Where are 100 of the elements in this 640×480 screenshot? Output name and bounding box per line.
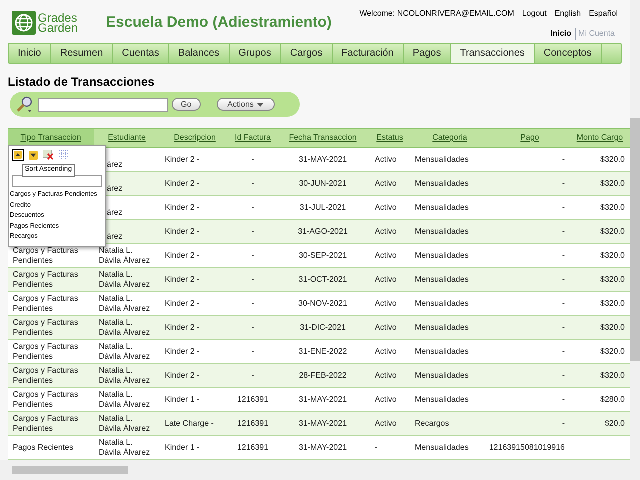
table-cell: Activo — [375, 394, 397, 404]
table-cell: Kinder 2 - — [165, 154, 200, 164]
table-cell: - — [252, 346, 254, 356]
table-cell: $320.0 — [600, 154, 625, 164]
table-cell-text: Natalia L. Dávila Álvarez — [99, 270, 152, 290]
account-link[interactable]: Inicio — [548, 28, 575, 40]
table-cell-text: Natalia L. Dávila Álvarez — [99, 390, 152, 410]
table-cell: Pagos Recientes — [13, 442, 74, 452]
sort-ascending-button[interactable] — [12, 149, 24, 161]
table-cell: - — [562, 250, 565, 260]
table-cell-text: Cargos y Facturas Pendientes — [13, 270, 80, 290]
table-cell: 30-SEP-2021 — [298, 250, 348, 260]
search-icon[interactable] — [16, 96, 34, 114]
table-cell: Activo — [375, 298, 397, 308]
column-header[interactable]: Pago — [490, 129, 570, 147]
table-cell-text: Cargos y Facturas Pendientes — [13, 390, 80, 410]
nav-tab[interactable]: Transacciones — [451, 44, 535, 63]
table-cell: $20.0 — [604, 418, 625, 428]
column-header[interactable]: Descripcion — [160, 129, 230, 147]
column-header[interactable]: Fecha Transaccion — [276, 129, 370, 147]
column-header[interactable]: Id Factura — [230, 129, 276, 147]
table-cell: - — [252, 154, 254, 164]
table-cell: Mensualidades — [415, 394, 469, 404]
table-cell: Mensualidades — [415, 322, 469, 332]
table-cell-text: Natalia L. Dávila Álvarez — [99, 342, 152, 362]
table-cell: Kinder 2 - — [165, 346, 200, 356]
nav-tab[interactable]: Cuentas — [113, 44, 170, 63]
globe-icon — [12, 11, 36, 35]
nav-tab[interactable]: Inicio — [9, 44, 52, 63]
table-cell: Mensualidades — [415, 370, 469, 380]
table-cell: - — [562, 154, 565, 164]
table-cell: Mensualidades — [415, 178, 469, 188]
search-field[interactable] — [38, 98, 168, 112]
table-cell: 31-JUL-2021 — [300, 202, 346, 212]
logo-text: Grades — [38, 13, 78, 23]
table-cell: árez — [107, 232, 123, 242]
table-cell: Mensualidades — [415, 442, 469, 452]
table-cell: - — [562, 178, 565, 188]
table-cell: - — [562, 274, 565, 284]
table-cell: Kinder 2 - — [165, 178, 200, 188]
column-header[interactable]: Estatus — [370, 129, 410, 147]
table-cell: Kinder 1 - — [165, 394, 200, 404]
table-cell-text: Natalia L. Dávila Álvarez — [99, 246, 152, 266]
table-cell: $320.0 — [600, 346, 625, 356]
table-cell: Activo — [375, 274, 397, 284]
nav-tab[interactable]: Conceptos — [534, 44, 602, 63]
table-cell: Kinder 2 - — [165, 250, 200, 260]
table-cell: 31-ENE-2022 — [298, 346, 348, 356]
table-cell-text: Natalia L. Dávila Álvarez — [99, 318, 152, 338]
table-cell: Kinder 2 - — [165, 322, 200, 332]
header-link[interactable]: Logout — [522, 8, 547, 20]
clear-filter-icon[interactable] — [43, 150, 54, 160]
column-header[interactable]: Estudiante — [94, 129, 160, 147]
table-cell: 1216391 — [237, 442, 269, 452]
table-cell: 1216391 — [237, 418, 269, 428]
table-cell: 31-MAY-2021 — [298, 442, 348, 452]
nav-tab[interactable]: Balances — [169, 44, 230, 63]
table-cell: $320.0 — [600, 178, 625, 188]
table-cell: $320.0 — [600, 298, 625, 308]
sort-descending-icon[interactable] — [29, 150, 38, 160]
table-cell-text: Cargos y Facturas Pendientes — [13, 414, 80, 434]
table-cell: $320.0 — [600, 274, 625, 284]
table-cell-text: Cargos y Facturas Pendientes — [13, 342, 80, 362]
table-cell: árez — [107, 184, 123, 194]
table-cell: 1216391 — [237, 394, 269, 404]
table-cell: 30-JUN-2021 — [299, 178, 347, 188]
table-cell: 31-OCT-2021 — [298, 274, 348, 284]
column-header[interactable]: Monto Cargo — [570, 129, 630, 147]
table-cell: - — [252, 202, 254, 212]
actions-button[interactable]: Actions — [216, 98, 275, 111]
nav-tab[interactable]: Cargos — [281, 44, 333, 63]
welcome-text: Welcome: NCOLONRIVERA@EMAIL.COM — [360, 8, 514, 20]
table-cell: Mensualidades — [415, 202, 469, 212]
table-cell-text: Natalia L. Dávila Álvarez — [99, 294, 152, 314]
columns-icon[interactable] — [59, 150, 69, 160]
column-header[interactable]: Categoria — [410, 129, 490, 147]
nav-tab[interactable]: Resumen — [51, 44, 114, 63]
table-cell: 31-MAY-2021 — [298, 418, 348, 428]
table-cell: Kinder 2 - — [165, 274, 200, 284]
filter-field[interactable] — [12, 175, 102, 187]
table-cell: - — [562, 322, 565, 332]
table-cell: Mensualidades — [415, 154, 469, 164]
header-link[interactable]: English — [554, 8, 582, 20]
table-cell: - — [252, 226, 254, 236]
nav-tab[interactable]: Grupos — [230, 44, 282, 63]
table-cell: 31-MAY-2021 — [298, 394, 348, 404]
table-cell: Activo — [375, 346, 397, 356]
table-cell: árez — [107, 208, 123, 218]
table-cell: Activo — [375, 418, 397, 428]
horizontal-scrollbar[interactable] — [0, 460, 640, 480]
table-cell: 12163915081019916 — [489, 442, 565, 452]
table-cell: - — [375, 442, 378, 452]
table-cell: Kinder 2 - — [165, 226, 200, 236]
table-cell: - — [562, 418, 565, 428]
table-cell: - — [252, 274, 254, 284]
nav-tab[interactable]: Facturación — [332, 44, 404, 63]
table-cell: Mensualidades — [415, 226, 469, 236]
header-link[interactable]: Español — [589, 8, 618, 20]
go-button[interactable]: Go — [172, 98, 201, 111]
table-cell: Late Charge - — [165, 418, 214, 428]
